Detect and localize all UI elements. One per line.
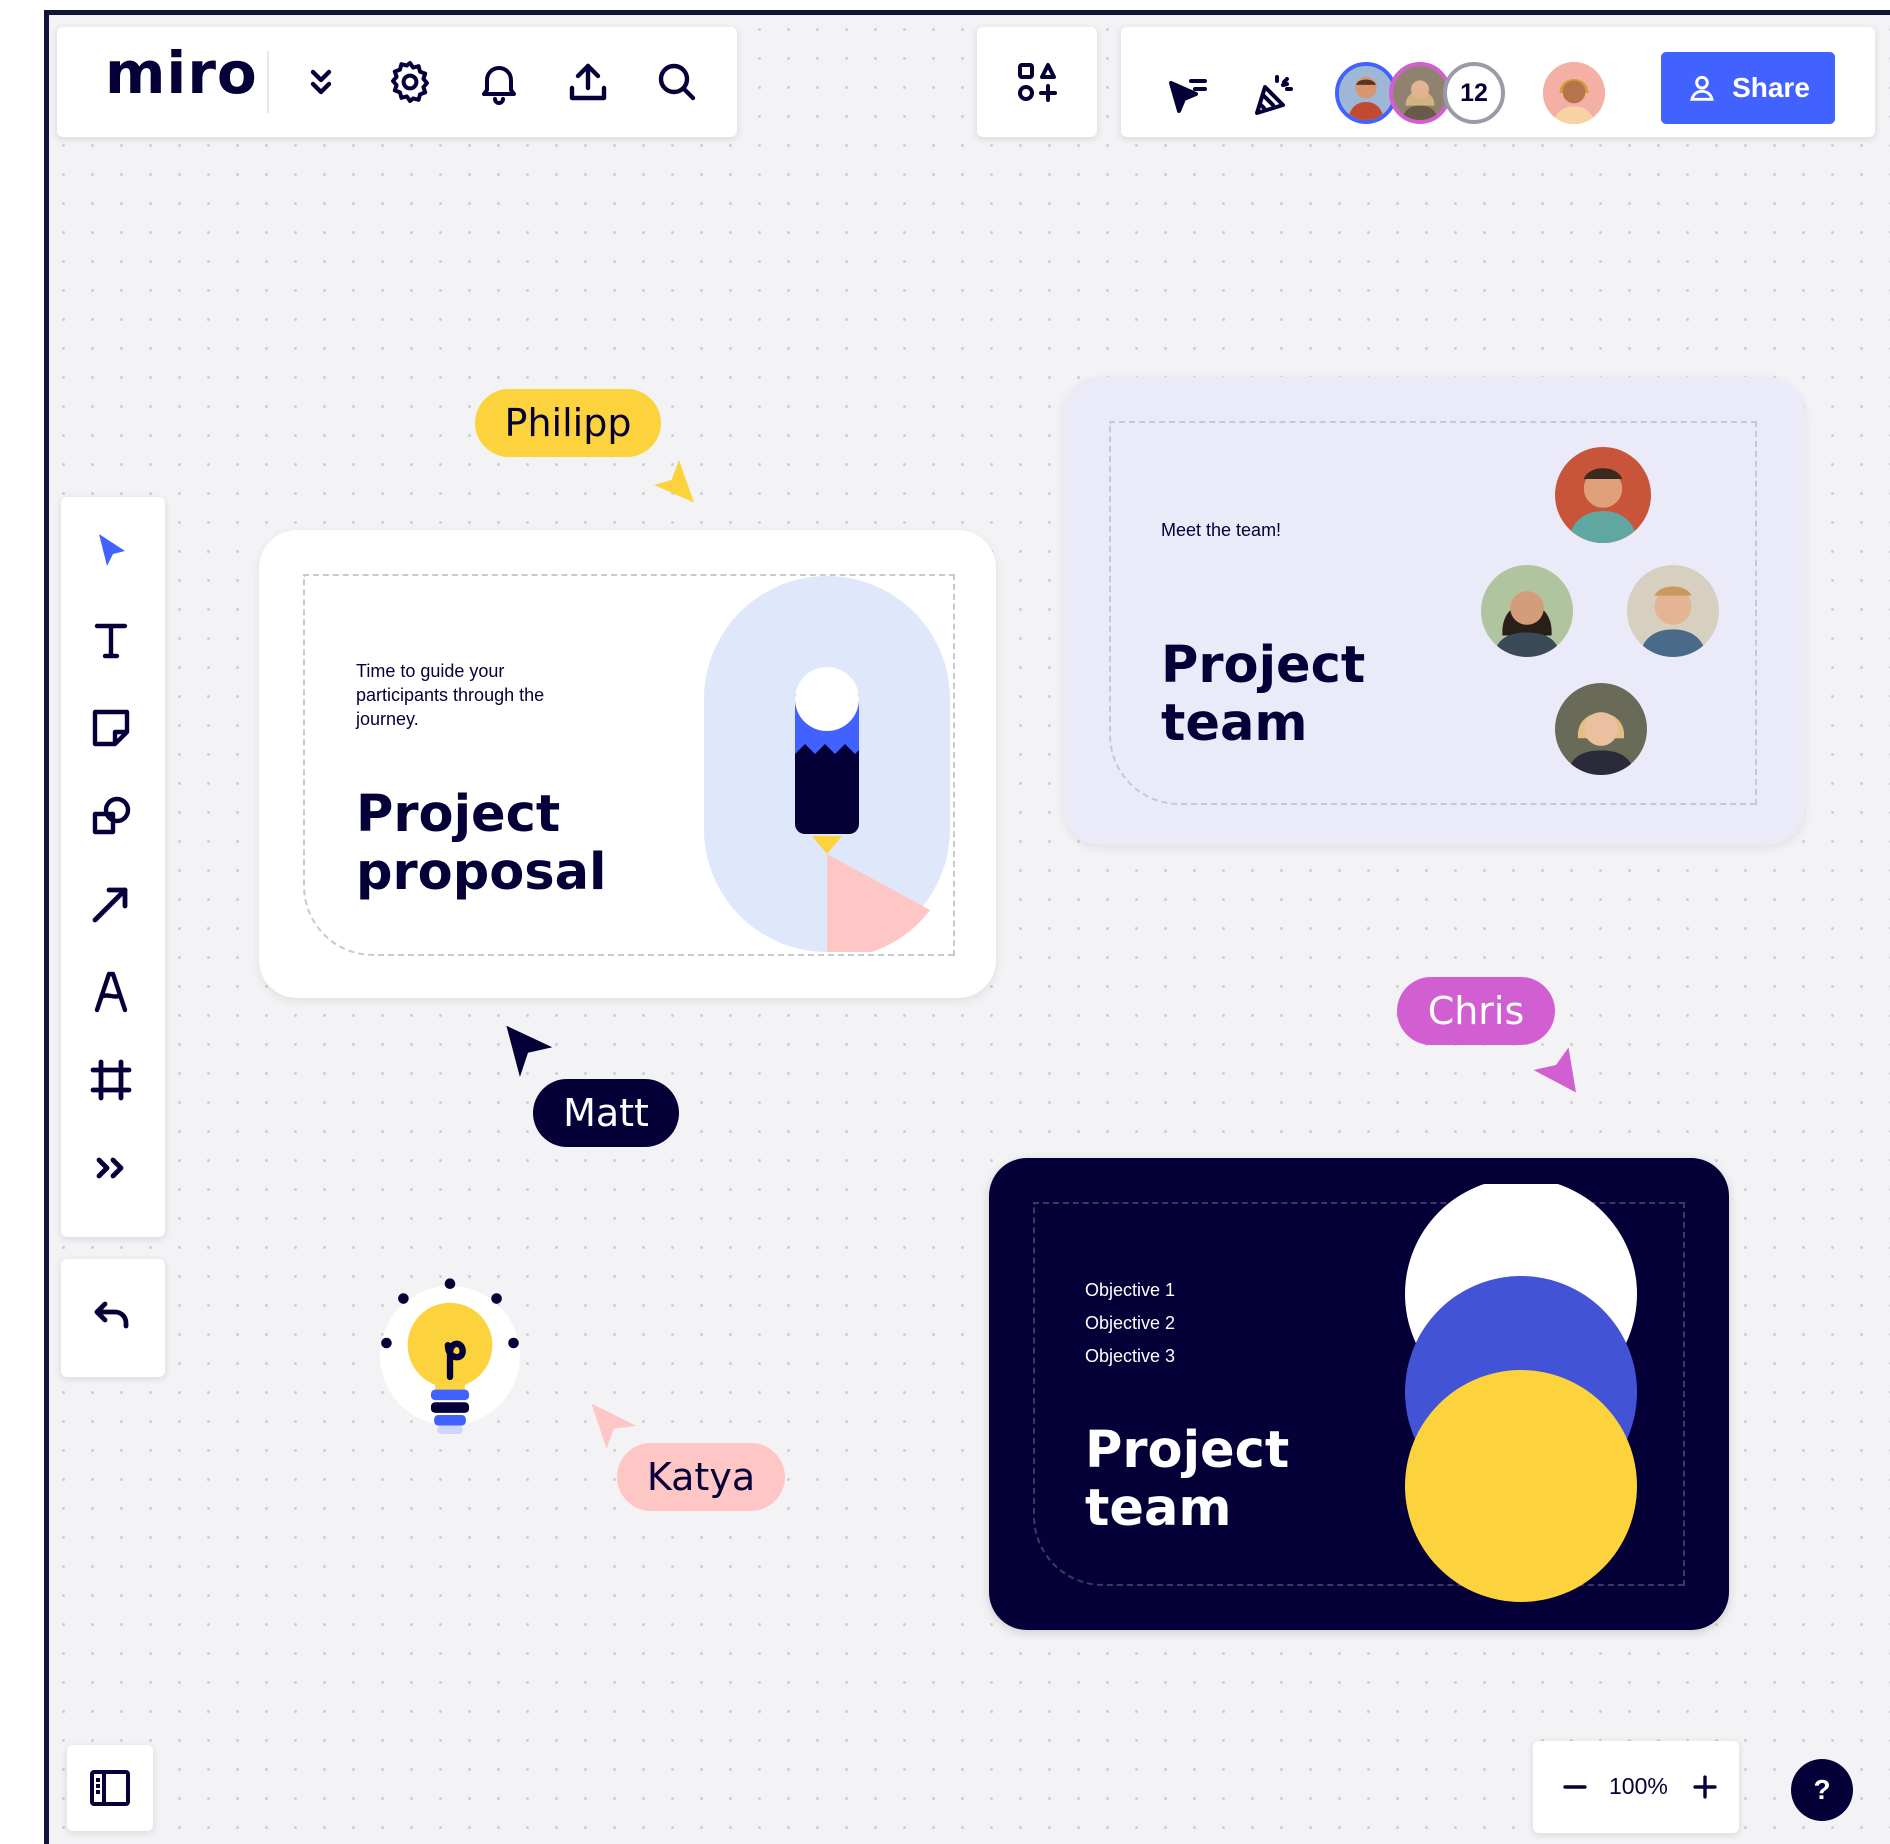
collaborator-avatar[interactable] bbox=[1335, 62, 1397, 124]
toolbar-divider bbox=[267, 51, 269, 113]
cursor-arrow-icon bbox=[591, 1403, 637, 1449]
text-icon bbox=[94, 623, 128, 659]
minus-icon bbox=[1563, 1785, 1587, 1789]
apps-panel bbox=[977, 27, 1097, 137]
current-user-avatar[interactable] bbox=[1543, 62, 1605, 124]
pen-tool[interactable] bbox=[61, 949, 161, 1035]
plus-icon bbox=[1693, 1775, 1717, 1799]
tool-palette bbox=[61, 497, 165, 1237]
undo-button[interactable] bbox=[61, 1275, 161, 1361]
collaborators-count: 12 bbox=[1460, 78, 1488, 107]
card-title-line2: proposal bbox=[356, 843, 607, 902]
sticky-note-icon bbox=[92, 709, 130, 747]
team-member-photo bbox=[1555, 683, 1647, 775]
objective-item: Objective 3 bbox=[1085, 1346, 1176, 1366]
pen-icon bbox=[94, 971, 128, 1013]
cursor-arrow-icon bbox=[506, 1025, 553, 1077]
frame-icon bbox=[90, 1059, 132, 1101]
team-member-photo bbox=[1555, 447, 1651, 543]
user-icon bbox=[1690, 75, 1714, 101]
celebrate-icon[interactable] bbox=[1243, 65, 1303, 125]
share-button[interactable]: Share bbox=[1661, 52, 1835, 124]
apps-icon[interactable] bbox=[1007, 52, 1067, 112]
cursor-arrow-icon bbox=[654, 460, 694, 503]
bell-icon[interactable] bbox=[469, 52, 529, 112]
zoom-out-button[interactable] bbox=[1551, 1763, 1599, 1811]
collaborator-avatar[interactable] bbox=[1389, 62, 1451, 124]
cursor-follow-icon[interactable] bbox=[1157, 65, 1217, 125]
lightbulb-sticker bbox=[380, 1278, 520, 1435]
top-left-toolbar: miro bbox=[57, 27, 737, 137]
undo-panel bbox=[61, 1259, 165, 1377]
cursor-name: Matt bbox=[563, 1091, 649, 1135]
share-label: Share bbox=[1732, 72, 1810, 103]
gear-icon[interactable] bbox=[380, 52, 440, 112]
card-title-line1: Project bbox=[356, 785, 561, 844]
cursor-name: Chris bbox=[1427, 989, 1525, 1033]
objective-item: Objective 2 bbox=[1085, 1313, 1176, 1333]
team-member-photo bbox=[1481, 565, 1573, 657]
upload-icon[interactable] bbox=[558, 52, 618, 112]
collaborators-count-badge[interactable]: 12 bbox=[1443, 62, 1505, 124]
cursor-arrow-icon bbox=[1533, 1047, 1576, 1093]
card-title-line2: team bbox=[1085, 1479, 1232, 1538]
more-tools[interactable] bbox=[61, 1125, 161, 1211]
card-project-team-dark[interactable]: Objective 1 Objective 2 Objective 3 Proj… bbox=[989, 1158, 1729, 1630]
shapes-tool[interactable] bbox=[61, 773, 161, 859]
help-button[interactable]: ? bbox=[1791, 1759, 1853, 1821]
zoom-in-button[interactable] bbox=[1681, 1763, 1729, 1811]
help-icon: ? bbox=[1813, 1774, 1831, 1805]
sticky-note-tool[interactable] bbox=[61, 685, 161, 771]
card-project-team-light[interactable]: Meet the team! Project team bbox=[1063, 377, 1805, 845]
objective-item: Objective 1 bbox=[1085, 1280, 1176, 1300]
card-subtitle: Time to guide your participants through … bbox=[356, 661, 545, 729]
panel-icon bbox=[90, 1770, 130, 1806]
pencil-illustration bbox=[704, 576, 950, 952]
card-title-line2: team bbox=[1161, 694, 1308, 753]
cursor-label-philipp: Philipp bbox=[475, 389, 661, 457]
miro-logo[interactable]: miro bbox=[105, 39, 258, 107]
arrow-tool[interactable] bbox=[61, 861, 161, 947]
card-project-proposal[interactable]: Time to guide your participants through … bbox=[259, 530, 996, 998]
board-canvas[interactable]: miro 12 Share Time to guide your partici… bbox=[44, 10, 1890, 1844]
select-icon bbox=[99, 534, 125, 566]
team-member-photo bbox=[1627, 565, 1719, 657]
cursor-name: Katya bbox=[646, 1455, 756, 1499]
arrow-icon bbox=[92, 887, 128, 923]
chevrons-down-icon[interactable] bbox=[291, 52, 351, 112]
select-tool[interactable] bbox=[61, 509, 161, 595]
more-icon bbox=[96, 1157, 124, 1179]
shapes-icon bbox=[92, 796, 131, 835]
card-title-line1: Project bbox=[1161, 636, 1366, 695]
search-icon[interactable] bbox=[647, 52, 707, 112]
card-title-line1: Project bbox=[1085, 1421, 1290, 1480]
cursor-label-matt: Matt bbox=[533, 1079, 679, 1147]
cursor-label-katya: Katya bbox=[617, 1443, 785, 1511]
card-subtitle: Meet the team! bbox=[1161, 520, 1282, 540]
undo-icon bbox=[94, 1301, 129, 1329]
text-tool[interactable] bbox=[61, 597, 161, 683]
frame-tool[interactable] bbox=[61, 1037, 161, 1123]
zoom-controls: 100% bbox=[1533, 1741, 1739, 1833]
zoom-level[interactable]: 100% bbox=[1609, 1773, 1668, 1800]
side-panel-toggle[interactable] bbox=[67, 1745, 153, 1831]
cursor-label-chris: Chris bbox=[1397, 977, 1555, 1045]
cursor-name: Philipp bbox=[504, 401, 632, 445]
stacked-circles-illustration bbox=[1405, 1184, 1637, 1602]
